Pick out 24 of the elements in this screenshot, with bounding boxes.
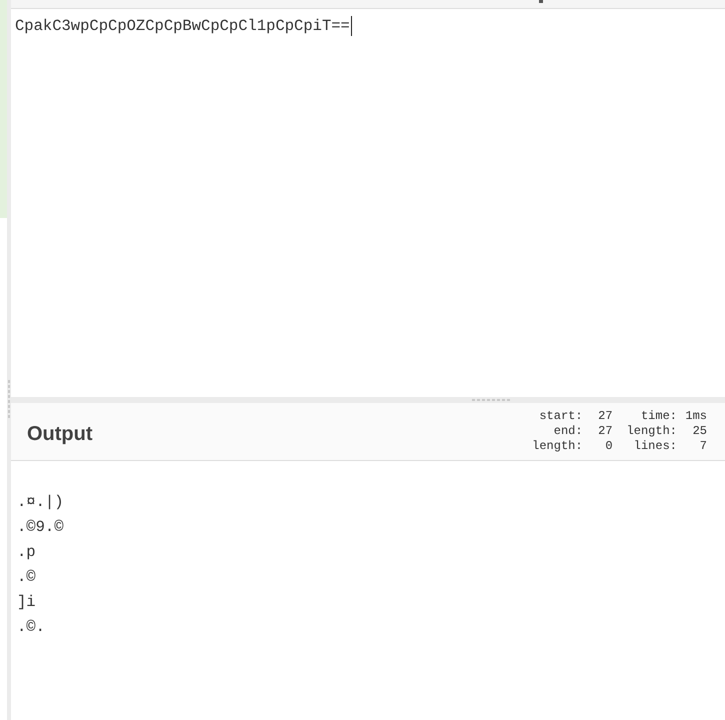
output-line: .©. — [17, 617, 45, 638]
output-title: Output — [27, 422, 93, 446]
output-line: .©9.© — [17, 517, 64, 538]
stat-label: length: — [532, 439, 583, 454]
stat-label: time: — [640, 409, 677, 424]
toolbar-icon[interactable] — [539, 0, 543, 3]
output-line: .p — [17, 542, 36, 563]
output-line: .© — [17, 567, 36, 588]
stat-value: 1ms — [685, 409, 707, 424]
stat-value: 27 — [597, 409, 613, 424]
resize-handle[interactable] — [472, 399, 510, 401]
resize-handle[interactable] — [8, 380, 10, 420]
stat-label: length: — [626, 424, 677, 439]
stat-value: 25 — [692, 424, 707, 439]
stat-label: end: — [552, 424, 583, 439]
stat-label: start: — [538, 409, 583, 424]
input-field[interactable]: CpakC3wpCpCpOZCpCpBwCpCpCl1pCpCpiT== — [15, 15, 352, 37]
text-cursor-icon — [350, 16, 352, 36]
stat-value: 7 — [698, 439, 707, 454]
stat-label: lines: — [632, 439, 677, 454]
output-line: ]i — [17, 592, 36, 613]
stat-value: 27 — [597, 424, 613, 439]
output-line: .¤.|) — [17, 492, 64, 513]
stat-value: 0 — [604, 439, 613, 454]
